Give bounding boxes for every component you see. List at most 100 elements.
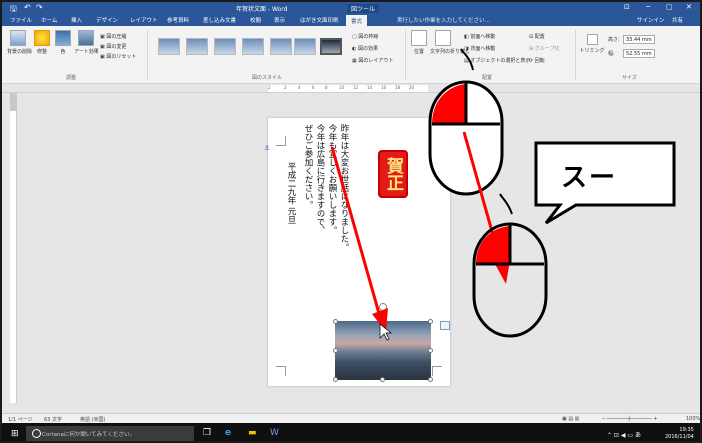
- picture-style-6[interactable]: [294, 38, 316, 55]
- picture-style-4[interactable]: [242, 38, 264, 55]
- width-input[interactable]: 52.55 mm: [623, 49, 655, 58]
- rotate-button[interactable]: ⟳ 回転: [529, 57, 545, 64]
- align-button[interactable]: ⊟ 配置: [529, 33, 545, 40]
- ruler-tick: 16: [381, 85, 387, 90]
- greeting-line-2[interactable]: 今年も宜しくお願いします。: [326, 124, 338, 235]
- horizontal-ruler: 2 2 4 6 8 10 12 14 16 18 20: [2, 84, 700, 93]
- art-effects-button[interactable]: アート効果: [74, 30, 99, 55]
- tab-home[interactable]: ホーム: [41, 16, 57, 24]
- ribbon-options-icon[interactable]: ⊡: [624, 3, 630, 11]
- system-tray[interactable]: ⌃ ⊡ ◀ ▭ あ: [607, 430, 641, 439]
- ruler-tick: 12: [353, 85, 359, 90]
- change-picture-button[interactable]: ▣ 図の変更: [100, 43, 126, 50]
- language-status[interactable]: 英語 (米国): [80, 416, 106, 423]
- tab-insert[interactable]: 挿入: [71, 16, 82, 24]
- clock-date: 2016/11/04: [665, 434, 694, 440]
- clock[interactable]: 19:35 2016/11/04: [665, 427, 694, 441]
- seal-text: 賀正: [383, 157, 403, 191]
- height-input[interactable]: 33.44 mm: [623, 35, 655, 44]
- resize-handle[interactable]: [428, 319, 433, 324]
- bring-forward-button[interactable]: ◧ 前面へ移動: [464, 33, 495, 40]
- picture-style-7[interactable]: [320, 38, 342, 55]
- document-page[interactable]: ⚓ 昨年は大変お世話になりました。 今年も宜しくお願いします。 今年は広島に行き…: [264, 118, 450, 386]
- height-label: 高さ:: [608, 37, 620, 43]
- title-bar: 🖫 ↶ ↷ 年賀状文面 - Word 図ツール ⊡ ─ ▢ ✕: [2, 2, 700, 14]
- tab-view[interactable]: 表示: [274, 16, 285, 24]
- tab-layout[interactable]: レイアウト: [130, 16, 158, 24]
- restore-icon[interactable]: ▢: [666, 3, 673, 11]
- close-icon[interactable]: ✕: [686, 3, 692, 11]
- picture-style-5[interactable]: [270, 38, 292, 55]
- tab-mailings[interactable]: 差し込み文書: [203, 16, 236, 24]
- art-effects-label: アート効果: [74, 49, 99, 55]
- send-backward-button[interactable]: ◨ 背面へ移動: [464, 45, 495, 52]
- word-count[interactable]: 63 文字: [44, 416, 62, 423]
- greeting-line-4[interactable]: ぜひご参加ください。: [302, 124, 314, 209]
- tab-postcard[interactable]: はがき文面印刷: [300, 16, 339, 24]
- ruler-tick: 2: [284, 85, 287, 90]
- document-area[interactable]: ⚓ 昨年は大変お世話になりました。 今年も宜しくお願いします。 今年は広島に行き…: [2, 93, 700, 413]
- picture-style-1[interactable]: [158, 38, 180, 55]
- undo-icon[interactable]: ↶: [24, 3, 31, 12]
- cortana-search-box[interactable]: Cortanaに何か聞いてみてください。: [26, 426, 194, 441]
- zoom-level[interactable]: 100%: [686, 416, 700, 422]
- reset-picture-label: 図のリセット: [106, 54, 137, 60]
- remove-background-button[interactable]: 背景の削除: [7, 30, 32, 55]
- tell-me-box[interactable]: 実行したい作業を入力してください...: [397, 16, 490, 24]
- picture-border-label: 図の枠線: [358, 34, 379, 40]
- size-group-label: サイズ: [622, 75, 637, 81]
- tab-review[interactable]: 校閲: [250, 16, 261, 24]
- layout-options-icon[interactable]: [440, 321, 450, 330]
- resize-handle[interactable]: [333, 377, 338, 382]
- tab-references[interactable]: 参考資料: [167, 16, 189, 24]
- minimize-icon[interactable]: ─: [646, 3, 650, 11]
- resize-handle[interactable]: [428, 348, 433, 353]
- compress-button[interactable]: ▣ 図の圧縮: [100, 33, 126, 40]
- corrections-button[interactable]: 修整: [32, 30, 52, 55]
- picture-border-button[interactable]: ▢ 図の枠線: [352, 33, 378, 40]
- picture-style-2[interactable]: [186, 38, 208, 55]
- resize-handle[interactable]: [428, 377, 433, 382]
- windows-start-icon[interactable]: ⊞: [11, 429, 19, 439]
- styles-group-label: 図のスタイル: [252, 75, 283, 81]
- explorer-icon[interactable]: ▬: [248, 428, 257, 438]
- greeting-line-1[interactable]: 昨年は大変お世話になりました。: [338, 124, 350, 252]
- zoom-slider[interactable]: ─ ───────┼─────── +: [602, 416, 658, 422]
- greeting-line-3[interactable]: 今年は広島に行きますので、: [314, 124, 326, 235]
- wrap-text-button[interactable]: 文字列の折り返し: [430, 30, 470, 55]
- color-button[interactable]: 色: [54, 30, 72, 55]
- picture-layout-label: 図のレイアウト: [358, 58, 394, 64]
- resize-handle[interactable]: [333, 348, 338, 353]
- word-taskbar-icon[interactable]: W: [270, 428, 279, 438]
- wrap-text-icon: [435, 30, 451, 46]
- new-year-seal[interactable]: 賀正: [378, 150, 408, 198]
- bring-forward-label: 前面へ移動: [470, 34, 496, 40]
- resize-handle[interactable]: [380, 319, 385, 324]
- view-modes-icon[interactable]: ▣ ▤ ▥: [562, 416, 579, 422]
- picture-style-3[interactable]: [214, 38, 236, 55]
- task-view-icon[interactable]: ❐: [203, 428, 211, 438]
- position-button[interactable]: 位置: [410, 30, 428, 55]
- page-count[interactable]: 1/1 ページ: [8, 416, 33, 423]
- tab-file[interactable]: ファイル: [10, 16, 32, 24]
- remove-background-icon: [10, 30, 26, 46]
- tab-design[interactable]: デザイン: [96, 16, 118, 24]
- landscape-photo[interactable]: [335, 321, 431, 380]
- signin-link[interactable]: サインイン: [637, 16, 665, 24]
- picture-effects-button[interactable]: ◐ 図の効果: [352, 45, 378, 52]
- crop-button[interactable]: トリミング: [579, 34, 605, 54]
- rotate-handle-icon[interactable]: [379, 303, 387, 311]
- send-backward-label: 背面へ移動: [470, 46, 496, 52]
- redo-icon[interactable]: ↷: [36, 3, 43, 12]
- resize-handle[interactable]: [380, 377, 385, 382]
- date-line[interactable]: 平成二九年 元旦: [285, 162, 297, 224]
- tab-format[interactable]: 書式: [346, 15, 368, 26]
- group-objects-button[interactable]: ⊞ グループ化: [529, 45, 559, 52]
- share-button[interactable]: 共有: [672, 16, 683, 24]
- reset-picture-button[interactable]: ▣ 図のリセット: [100, 53, 136, 60]
- resize-handle[interactable]: [333, 319, 338, 324]
- picture-layout-button[interactable]: ▦ 図のレイアウト: [352, 57, 393, 64]
- edge-icon[interactable]: e: [225, 428, 231, 438]
- picture-tools-label: 図ツール: [347, 4, 380, 13]
- selection-pane-button[interactable]: ▤ オブジェクトの選択と表示: [464, 57, 530, 64]
